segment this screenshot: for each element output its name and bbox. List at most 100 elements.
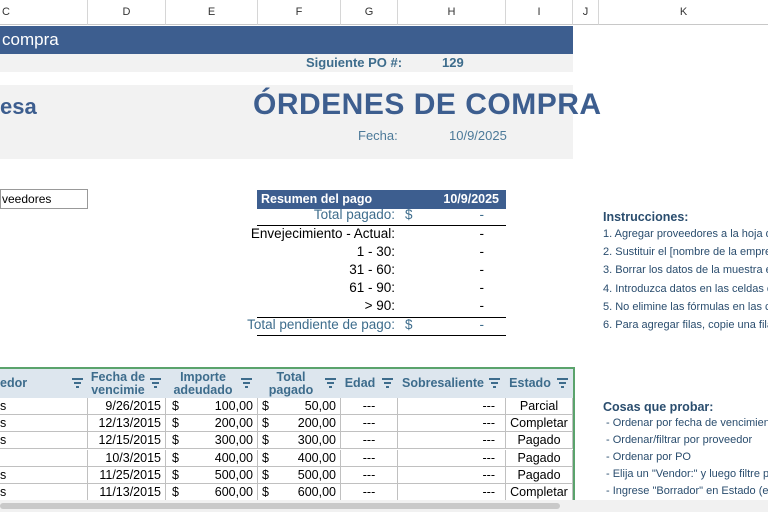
- summary-row-total-paid[interactable]: Total pagado: $ -: [240, 207, 506, 225]
- cell-overdue[interactable]: ---: [398, 415, 506, 433]
- cell-age[interactable]: ---: [341, 432, 398, 450]
- cell-age[interactable]: ---: [341, 398, 398, 415]
- table-row[interactable]: s 12/15/2015 $300,00 $300,00 --- --- Pagado: [0, 432, 574, 450]
- cell-amount[interactable]: 100,00: [180, 398, 258, 415]
- cell-status[interactable]: Completar: [506, 484, 573, 501]
- summary-row-over-90[interactable]: > 90: -: [240, 298, 506, 316]
- horizontal-scrollbar[interactable]: [0, 500, 768, 512]
- cell-overdue[interactable]: ---: [398, 484, 506, 501]
- cell-paid[interactable]: 200,00: [272, 415, 341, 433]
- summary-label: 61 - 90:: [349, 280, 395, 295]
- cell-status[interactable]: Completar: [506, 415, 573, 433]
- filter-icon[interactable]: [557, 378, 568, 388]
- column-header-j[interactable]: J: [573, 0, 599, 25]
- filter-icon[interactable]: [489, 378, 500, 388]
- table-row[interactable]: 10/3/2015 $400,00 $400,00 --- --- Pagado: [0, 449, 574, 467]
- summary-label: 1 - 30:: [356, 244, 395, 259]
- cell-vendor[interactable]: [0, 449, 88, 467]
- summary-row-total-pending[interactable]: Total pendiente de pago: $ -: [240, 317, 506, 335]
- cell-overdue[interactable]: ---: [398, 398, 506, 415]
- filter-icon[interactable]: [325, 378, 336, 388]
- filter-icon[interactable]: [382, 378, 393, 388]
- cell-status[interactable]: Pagado: [506, 466, 573, 484]
- cell-paid[interactable]: 400,00: [272, 449, 341, 467]
- filter-icon[interactable]: [72, 378, 83, 388]
- cell-paid[interactable]: 500,00: [272, 466, 341, 484]
- cell-due[interactable]: 10/3/2015: [88, 449, 166, 467]
- cell-paid[interactable]: 600,00: [272, 484, 341, 501]
- th-age[interactable]: Edad: [341, 369, 379, 398]
- next-po-value[interactable]: 129: [442, 55, 464, 70]
- th-amount-due[interactable]: Importe adeudado: [166, 369, 240, 398]
- th-status[interactable]: Estado: [506, 369, 554, 398]
- summary-label: Total pendiente de pago:: [247, 317, 395, 332]
- cell-cur2[interactable]: $: [258, 432, 272, 450]
- cell-age[interactable]: ---: [341, 466, 398, 484]
- cell-age[interactable]: ---: [341, 415, 398, 433]
- cell-paid[interactable]: 300,00: [272, 432, 341, 450]
- cell-vendor[interactable]: s: [0, 415, 88, 433]
- vendor-filter-field[interactable]: veedores: [0, 189, 88, 209]
- cell-cur2[interactable]: $: [258, 450, 272, 467]
- column-header-i[interactable]: I: [506, 0, 573, 25]
- cell-cur2[interactable]: $: [258, 484, 272, 501]
- table-row[interactable]: s 11/13/2015 $600,00 $600,00 --- --- Completar: [0, 484, 574, 501]
- cell-cur2[interactable]: $: [258, 415, 272, 433]
- column-header-h[interactable]: H: [398, 0, 506, 25]
- scrollbar-thumb[interactable]: [0, 503, 560, 509]
- cell-overdue[interactable]: ---: [398, 432, 506, 450]
- column-header-g[interactable]: G: [341, 0, 398, 25]
- th-overdue[interactable]: Sobresaliente: [398, 369, 488, 398]
- cell-due[interactable]: 12/15/2015: [88, 432, 166, 450]
- th-due-date[interactable]: Fecha de vencimie: [88, 369, 148, 398]
- cell-status[interactable]: Pagado: [506, 449, 573, 467]
- cell-overdue[interactable]: ---: [398, 449, 506, 467]
- cell-vendor[interactable]: s: [0, 432, 88, 450]
- summary-row-31-60[interactable]: 31 - 60: -: [240, 262, 506, 280]
- summary-row-aging-current[interactable]: Envejecimiento - Actual: -: [240, 226, 506, 244]
- cell-vendor[interactable]: s: [0, 466, 88, 484]
- cell-cur2[interactable]: $: [258, 398, 272, 415]
- table-row[interactable]: s 11/25/2015 $500,00 $500,00 --- --- Pagado: [0, 466, 574, 484]
- column-header-e[interactable]: E: [166, 0, 258, 25]
- date-value[interactable]: 10/9/2025: [449, 128, 507, 143]
- summary-row-1-30[interactable]: 1 - 30: -: [240, 244, 506, 262]
- cell-age[interactable]: ---: [341, 484, 398, 501]
- column-header-d[interactable]: D: [88, 0, 166, 25]
- cell-age[interactable]: ---: [341, 449, 398, 467]
- filter-icon[interactable]: [150, 378, 161, 388]
- cell-vendor[interactable]: s: [0, 484, 88, 501]
- filter-icon[interactable]: [241, 378, 252, 388]
- cell-due[interactable]: 12/13/2015: [88, 415, 166, 433]
- cell-cur1[interactable]: $: [166, 415, 180, 433]
- cell-cur1[interactable]: $: [166, 450, 180, 467]
- cell-paid[interactable]: 50,00: [272, 398, 341, 415]
- cell-amount[interactable]: 500,00: [180, 466, 258, 484]
- cell-cur1[interactable]: $: [166, 398, 180, 415]
- cell-vendor[interactable]: s: [0, 398, 88, 415]
- company-name[interactable]: esa: [0, 94, 37, 120]
- cell-cur2[interactable]: $: [258, 467, 272, 484]
- column-header-k[interactable]: K: [599, 0, 768, 25]
- cell-due[interactable]: 9/26/2015: [88, 398, 166, 415]
- summary-currency: $: [405, 317, 413, 332]
- cell-status[interactable]: Pagado: [506, 432, 573, 450]
- column-header-f[interactable]: F: [258, 0, 341, 25]
- summary-row-61-90[interactable]: 61 - 90: -: [240, 280, 506, 298]
- cell-due[interactable]: 11/13/2015: [88, 484, 166, 501]
- cell-status[interactable]: Parcial: [506, 398, 573, 415]
- cell-amount[interactable]: 400,00: [180, 449, 258, 467]
- table-row[interactable]: s 9/26/2015 $100,00 $50,00 --- --- Parcial: [0, 398, 574, 415]
- cell-amount[interactable]: 600,00: [180, 484, 258, 501]
- cell-cur1[interactable]: $: [166, 484, 180, 501]
- cell-due[interactable]: 11/25/2015: [88, 466, 166, 484]
- summary-label: Envejecimiento - Actual:: [250, 226, 395, 241]
- cell-cur1[interactable]: $: [166, 432, 180, 450]
- cell-amount[interactable]: 200,00: [180, 415, 258, 433]
- th-total-paid[interactable]: Total pagado: [258, 369, 324, 398]
- table-row[interactable]: s 12/13/2015 $200,00 $200,00 --- --- Completar: [0, 415, 574, 433]
- cell-cur1[interactable]: $: [166, 467, 180, 484]
- cell-amount[interactable]: 300,00: [180, 432, 258, 450]
- cell-overdue[interactable]: ---: [398, 466, 506, 484]
- column-header-c[interactable]: C: [0, 0, 88, 25]
